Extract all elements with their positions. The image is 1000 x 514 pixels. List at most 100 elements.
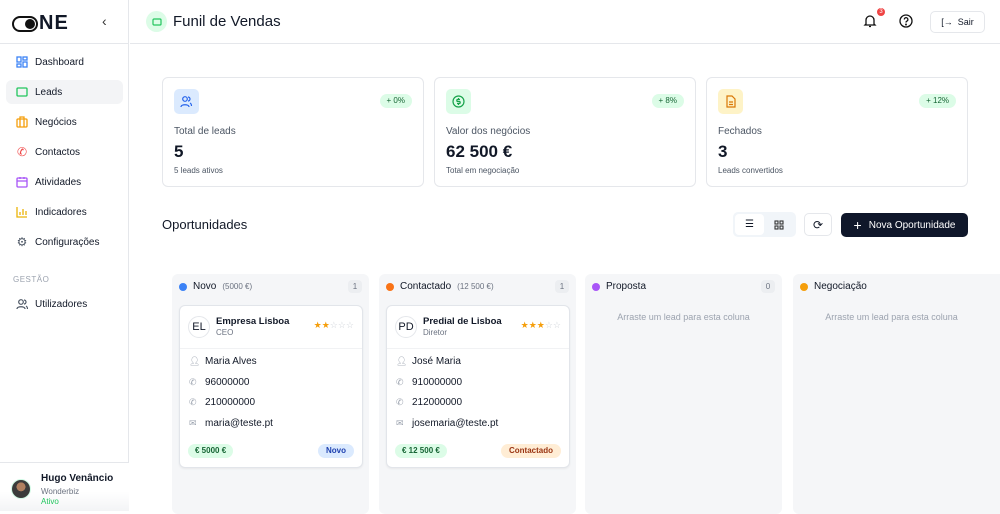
mail-icon: ✉ (189, 418, 197, 428)
column-amount: (12 500 €) (457, 282, 494, 291)
lead-card[interactable]: PD Predial de Lisboa Diretor ★★★☆☆ 👤︎ Jos… (386, 305, 570, 468)
column-title: Contactado (400, 281, 452, 292)
folder-icon (16, 86, 28, 98)
rating-stars: ★★★☆☆ (520, 320, 561, 330)
logo[interactable]: NE (12, 12, 69, 35)
view-toggle: ☰ (733, 212, 796, 237)
kanban-column-proposta: Proposta 0 Arraste um lead para esta col… (585, 274, 782, 514)
stat-sub: Total em negociação (446, 166, 520, 175)
rating-stars: ★★☆☆☆ (313, 320, 354, 330)
status-dot (592, 282, 600, 291)
phone-icon: ✆ (396, 377, 404, 387)
status-badge: Novo (318, 444, 354, 458)
folder-icon (146, 11, 167, 32)
phone-mobile: 910000000 (412, 377, 463, 388)
stat-card-fechados: + 12% Fechados 3 Leads convertidos (706, 77, 968, 187)
stat-sub: Leads convertidos (718, 166, 783, 175)
section-label: GESTÃO (13, 275, 50, 284)
notification-badge: 3 (877, 8, 885, 16)
sidebar-item-indicadores[interactable]: Indicadores (6, 200, 123, 224)
avatar (11, 479, 31, 499)
sidebar: NE ‹ Dashboard Leads Negócios ✆ Contactos… (0, 0, 129, 511)
phone-icon: ✆ (189, 397, 197, 407)
plus-icon: + (853, 217, 862, 233)
user-status: Ativo (41, 497, 59, 506)
phone-icon: ✆ (189, 377, 197, 387)
logout-label: Sair (957, 17, 974, 27)
phone-landline: 212000000 (412, 397, 463, 408)
sidebar-item-label: Contactos (35, 146, 81, 158)
sidebar-item-label: Leads (35, 86, 63, 98)
sidebar-item-label: Configurações (35, 236, 100, 248)
status-dot (800, 282, 808, 291)
company-name: Predial de Lisboa (423, 316, 502, 327)
value-badge: € 12 500 € (395, 444, 447, 458)
user-icon: 👤︎ (396, 356, 408, 366)
contact-role: Diretor (423, 328, 448, 337)
stat-value: 5 (174, 142, 184, 161)
document-icon (718, 89, 743, 114)
sidebar-item-label: Atividades (35, 176, 82, 188)
bell-icon[interactable] (863, 14, 877, 33)
stat-card-valor: + 8% Valor dos negócios 62 500 € Total e… (434, 77, 696, 187)
phone-icon: ✆ (16, 145, 28, 159)
refresh-button[interactable]: ⟳ (804, 213, 832, 236)
change-badge: + 8% (651, 94, 684, 108)
calendar-icon (16, 176, 28, 188)
initials-avatar: EL (188, 316, 210, 338)
sidebar-item-label: Negócios (35, 116, 77, 128)
stat-label: Valor dos negócios (446, 126, 531, 137)
gear-icon: ⚙ (16, 235, 28, 249)
sidebar-item-leads[interactable]: Leads (6, 80, 123, 104)
stat-sub: 5 leads ativos (174, 166, 223, 175)
new-opportunity-button[interactable]: + Nova Oportunidade (841, 213, 968, 237)
header: Funil de Vendas 3 [→ Sair (130, 0, 1000, 44)
kanban-column-negociacao: Negociação Arraste um lead para esta col… (793, 274, 1000, 514)
logout-icon: [→ (941, 17, 953, 27)
page-title: Funil de Vendas (173, 13, 281, 30)
sidebar-item-dashboard[interactable]: Dashboard (6, 50, 123, 74)
briefcase-icon (16, 116, 28, 128)
contact-role: CEO (216, 328, 234, 337)
refresh-icon: ⟳ (812, 217, 824, 232)
user-profile[interactable]: Hugo Venâncio Wonderbiz Ativo (0, 462, 129, 511)
new-opportunity-label: Nova Oportunidade (868, 219, 956, 231)
email: maria@teste.pt (205, 418, 273, 429)
sidebar-item-utilizadores[interactable]: Utilizadores (6, 292, 123, 316)
column-count: 1 (555, 280, 569, 293)
empty-drop-hint: Arraste um lead para esta coluna (617, 312, 750, 322)
logout-button[interactable]: [→ Sair (930, 11, 985, 33)
sidebar-item-label: Utilizadores (35, 298, 88, 310)
column-count: 1 (348, 280, 362, 293)
phone-icon: ✆ (396, 397, 404, 407)
sidebar-item-contactos[interactable]: ✆ Contactos (6, 140, 123, 164)
grid-view-button[interactable] (764, 214, 793, 235)
list-view-button[interactable]: ☰ (735, 214, 764, 235)
column-title: Novo (193, 281, 217, 292)
user-company: Wonderbiz (41, 487, 80, 496)
initials-avatar: PD (395, 316, 417, 338)
stat-label: Total de leads (174, 126, 236, 137)
users-icon (174, 89, 199, 114)
help-icon[interactable] (899, 14, 913, 33)
sidebar-item-label: Dashboard (35, 56, 84, 68)
empty-drop-hint: Arraste um lead para esta coluna (825, 312, 958, 322)
stat-value: 62 500 € (446, 142, 513, 161)
mail-icon: ✉ (396, 418, 404, 428)
status-badge: Contactado (501, 444, 561, 458)
collapse-sidebar-button[interactable]: ‹ (102, 13, 107, 29)
stat-value: 3 (718, 142, 728, 161)
users-icon (16, 298, 28, 310)
sidebar-item-atividades[interactable]: Atividades (6, 170, 123, 194)
kanban-column-contactado: Contactado (12 500 €) 1 PD Predial de Lis… (379, 274, 576, 514)
phone-mobile: 96000000 (205, 377, 250, 388)
sidebar-item-configuracoes[interactable]: ⚙ Configurações (6, 230, 123, 254)
stat-card-total-leads: + 0% Total de leads 5 5 leads ativos (162, 77, 424, 187)
company-name: Empresa Lisboa (216, 316, 290, 327)
lead-card[interactable]: EL Empresa Lisboa CEO ★★☆☆☆ 👤︎ Maria Alve… (179, 305, 363, 468)
kanban-column-novo: Novo (5000 €) 1 EL Empresa Lisboa CEO ★★☆… (172, 274, 369, 514)
sidebar-item-negocios[interactable]: Negócios (6, 110, 123, 134)
change-badge: + 0% (379, 94, 412, 108)
change-badge: + 12% (919, 94, 956, 108)
grid-icon (16, 56, 28, 68)
